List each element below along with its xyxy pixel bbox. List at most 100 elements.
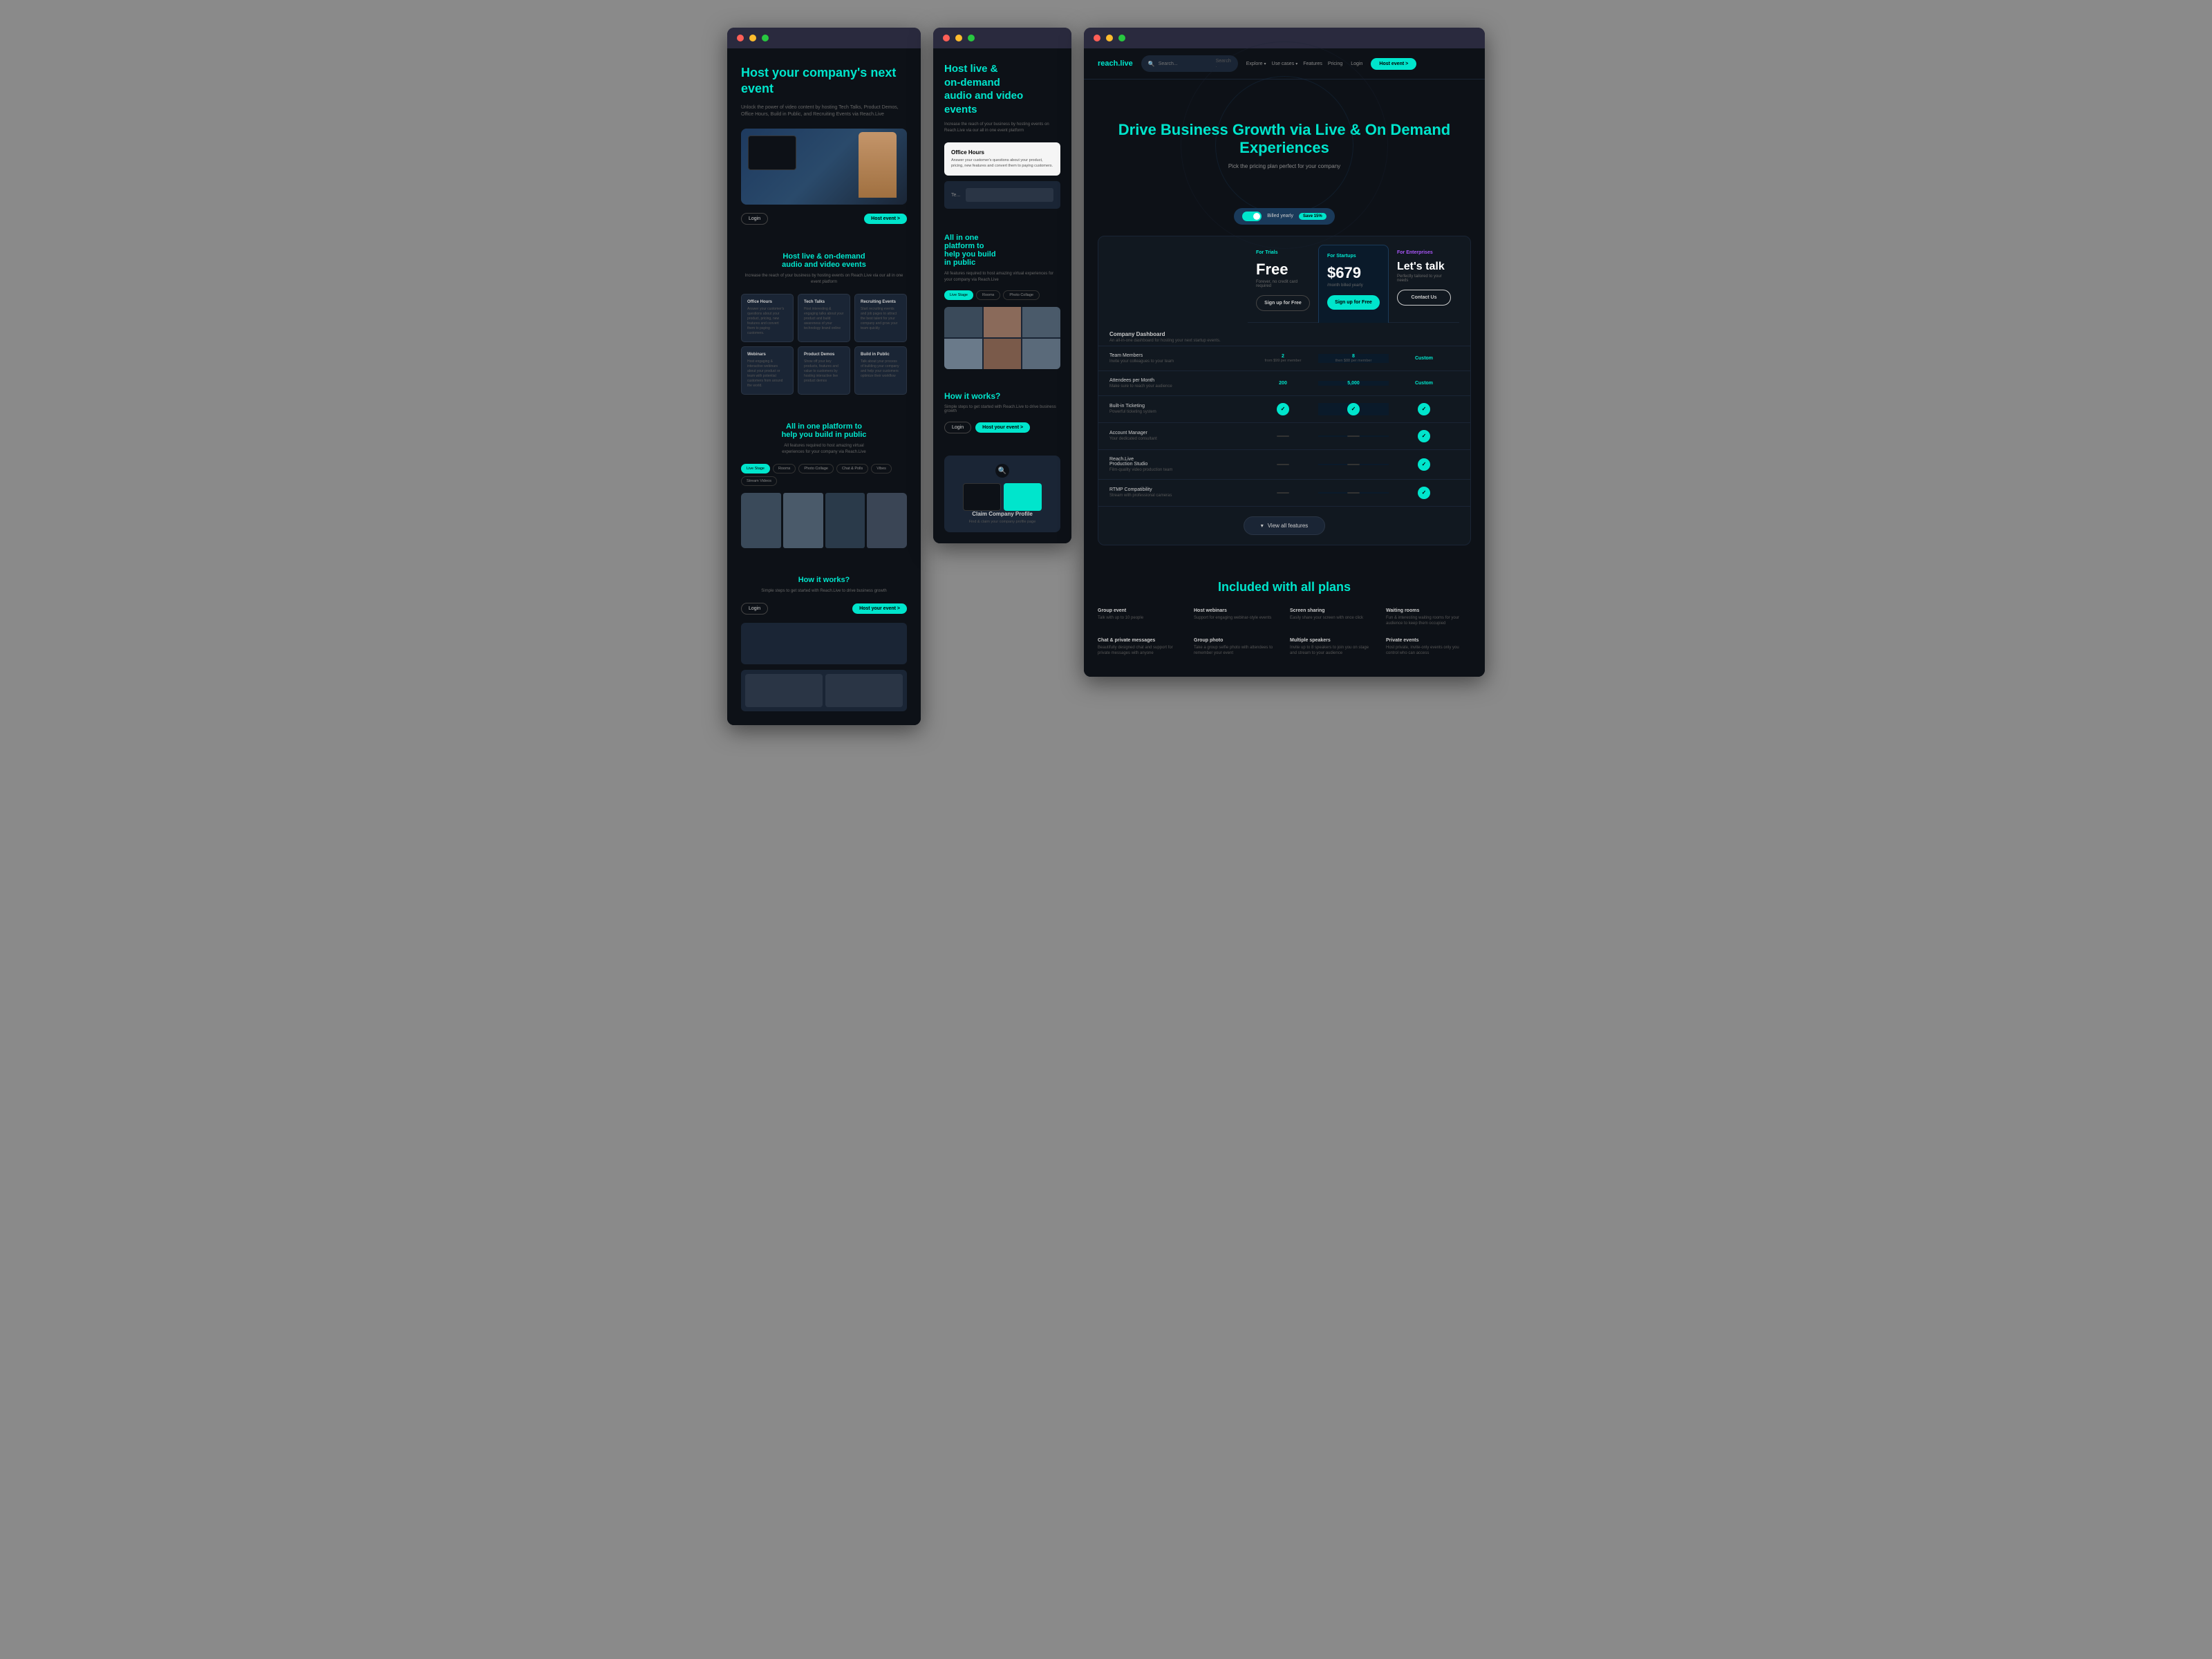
col2-tech-talks-preview: [966, 188, 1053, 202]
browser-dot-green: [762, 35, 769, 41]
dash-icon-free-studio: [1277, 464, 1289, 465]
col2-video-preview: [944, 307, 1060, 369]
dash-icon-startup-rtmp: [1347, 492, 1360, 494]
col1-card-title-2: Recruiting Events: [861, 300, 901, 304]
plan-label-enterprise: For Enterprises: [1397, 250, 1451, 255]
row-enterprise-attendees: Custom: [1389, 381, 1459, 386]
col1-card-title-3: Webinars: [747, 353, 787, 357]
browser-chrome-col2: [933, 28, 1071, 48]
billing-toggle[interactable]: Billed yearly Save 15%: [1234, 208, 1334, 225]
check-icon-enterprise-studio: ✓: [1418, 458, 1430, 471]
check-icon-free-ticketing: ✓: [1277, 403, 1289, 415]
plan-btn-startup[interactable]: Sign up for Free: [1327, 295, 1380, 310]
row-startup-studio: [1318, 464, 1389, 465]
nav-explore[interactable]: Explore ▾: [1246, 62, 1266, 66]
search-input[interactable]: [1159, 62, 1212, 66]
col1-card-title-0: Office Hours: [747, 300, 787, 304]
pricing-row-rtmp: RTMP Compatibility Stream with professio…: [1098, 479, 1470, 506]
browser-dot-yellow: [749, 35, 756, 41]
nav-login-button[interactable]: Login: [1351, 62, 1362, 66]
col1-tab-livestage[interactable]: Live Stage: [741, 464, 770, 474]
included-private-events: Private events Host private, invite-only…: [1386, 638, 1471, 657]
included-webinars: Host webinars Support for engaging webin…: [1194, 608, 1279, 627]
plan-note-enterprise: Perfectly tailored to your needs: [1397, 274, 1451, 283]
plan-note-free: Forever, no credit card required: [1256, 280, 1310, 288]
billing-toggle-switch[interactable]: [1242, 212, 1262, 221]
browser-window-col1: Host your company's next event Unlock th…: [727, 28, 921, 725]
included-chat: Chat & private messages Beautifully desi…: [1098, 638, 1183, 657]
col1-card-tech-talks: Tech Talks Host interesting & engaging t…: [798, 294, 850, 342]
col1-hero-section: Host your company's next event Unlock th…: [727, 48, 921, 238]
row-enterprise-studio: ✓: [1389, 458, 1459, 471]
pricing-row-team: Team Members Invite your colleagues to y…: [1098, 346, 1470, 371]
dash-icon-free-account: [1277, 435, 1289, 437]
browser-chrome-col3: [1084, 28, 1485, 48]
col1-how-desc: Simple steps to get started with Reach.L…: [741, 588, 907, 594]
col2-login-button[interactable]: Login: [944, 422, 971, 433]
col2-person-6: [1022, 339, 1060, 369]
check-icon-enterprise-ticketing: ✓: [1418, 403, 1430, 415]
view-all-button[interactable]: ▾ View all features: [1244, 516, 1326, 535]
row-startup-attendees: 5,000: [1318, 381, 1389, 386]
browser-dot-red: [737, 35, 744, 41]
browser-dot-green-3: [1118, 35, 1125, 41]
pricing-header: For Trials Free Forever, no credit card …: [1098, 236, 1470, 323]
col2-screens-preview: [953, 483, 1052, 511]
col2-tab-photo[interactable]: Photo Collage: [1003, 290, 1040, 300]
col1-card-text-3: Host engaging & interactive webinars abo…: [747, 359, 787, 388]
row-free-attendees: 200: [1248, 381, 1318, 386]
col2-claim-title: Claim Company Profile: [953, 511, 1052, 517]
row-free-team: 2 from $99 per member: [1248, 354, 1318, 363]
col1-host-button[interactable]: Host event >: [864, 214, 907, 224]
col1-hero-image: [741, 129, 907, 205]
col1-how-host[interactable]: Host your event >: [852, 603, 907, 614]
col2-hero-title: Host live &on-demandaudio and videoevent…: [944, 62, 1060, 116]
col2-host-button[interactable]: Host your event >: [975, 422, 1030, 433]
col1-tab-stream[interactable]: Stream Videos: [741, 476, 777, 486]
col1-person-silhouette: [859, 132, 897, 198]
nav-pricing[interactable]: Pricing: [1328, 62, 1342, 66]
col1-card-text-1: Host interesting & engaging talks about …: [804, 307, 844, 331]
row-label-studio: Reach.LiveProduction Studio Film-quality…: [1109, 457, 1248, 472]
col1-tab-chat[interactable]: Chat & Polls: [836, 464, 868, 474]
plan-btn-enterprise[interactable]: Contact Us: [1397, 290, 1451, 306]
col2-person-2: [984, 307, 1022, 337]
check-icon-enterprise-rtmp: ✓: [1418, 487, 1430, 499]
navbar: reach.live 🔍 Search . Explore ▾ Use case…: [1084, 48, 1485, 79]
col1-card-office-hours: Office Hours Answer your customer's ques…: [741, 294, 794, 342]
col1-photo-4: [867, 493, 907, 548]
row-enterprise-rtmp: ✓: [1389, 487, 1459, 499]
col1-how-login[interactable]: Login: [741, 603, 768, 615]
pricing-main-title: Drive Business Growth via Live & On Dema…: [1105, 121, 1464, 158]
pricing-subtitle: Pick the pricing plan perfect for your c…: [1105, 163, 1464, 169]
col2-tab-rooms[interactable]: Rooms: [976, 290, 1000, 300]
col1-tab-vibes[interactable]: Vibes: [871, 464, 892, 474]
col1-card-title-1: Tech Talks: [804, 300, 844, 304]
col1-login-button[interactable]: Login: [741, 213, 768, 225]
nav-links: Explore ▾ Use cases ▾ Features Pricing: [1246, 62, 1342, 66]
pricing-hero: Drive Business Growth via Live & On Dema…: [1084, 79, 1485, 197]
plan-price-enterprise: Let's talk: [1397, 261, 1451, 273]
col2-tab-livestage[interactable]: Live Stage: [944, 290, 973, 300]
col1-section2: Host live & on-demandaudio and video eve…: [727, 238, 921, 409]
col2-tabs: Live Stage Rooms Photo Collage: [944, 290, 1060, 300]
col1-tab-photo[interactable]: Photo Collage: [798, 464, 834, 474]
nav-usecases[interactable]: Use cases ▾: [1272, 62, 1298, 66]
nav-features[interactable]: Features: [1303, 62, 1322, 66]
search-icon: 🔍: [1148, 61, 1155, 67]
col1-tab-rooms[interactable]: Rooms: [773, 464, 796, 474]
browser-chrome-col1: [727, 28, 921, 48]
col1-how-works: How it works? Simple steps to get starte…: [727, 562, 921, 725]
plan-btn-free[interactable]: Sign up for Free: [1256, 295, 1310, 311]
col1-section3-title: All in one platform tohelp you build in …: [741, 422, 907, 439]
col2-claim-section: 🔍 Claim Company Profile Find & claim you…: [933, 444, 1071, 543]
toggle-knob: [1253, 213, 1260, 220]
col2-how-works: How it works? Simple steps to get starte…: [933, 380, 1071, 444]
row-startup-account: [1318, 435, 1389, 437]
col1-card-recruiting: Recruiting Events Start recruiting event…: [854, 294, 907, 342]
nav-host-button[interactable]: Host event >: [1371, 58, 1416, 70]
search-box[interactable]: 🔍 Search .: [1141, 55, 1238, 72]
col2-person-4: [944, 339, 982, 369]
pricing-section-label: Company Dashboard An all-in-one dashboar…: [1098, 323, 1470, 346]
nav-explore-label: Explore: [1246, 62, 1263, 66]
